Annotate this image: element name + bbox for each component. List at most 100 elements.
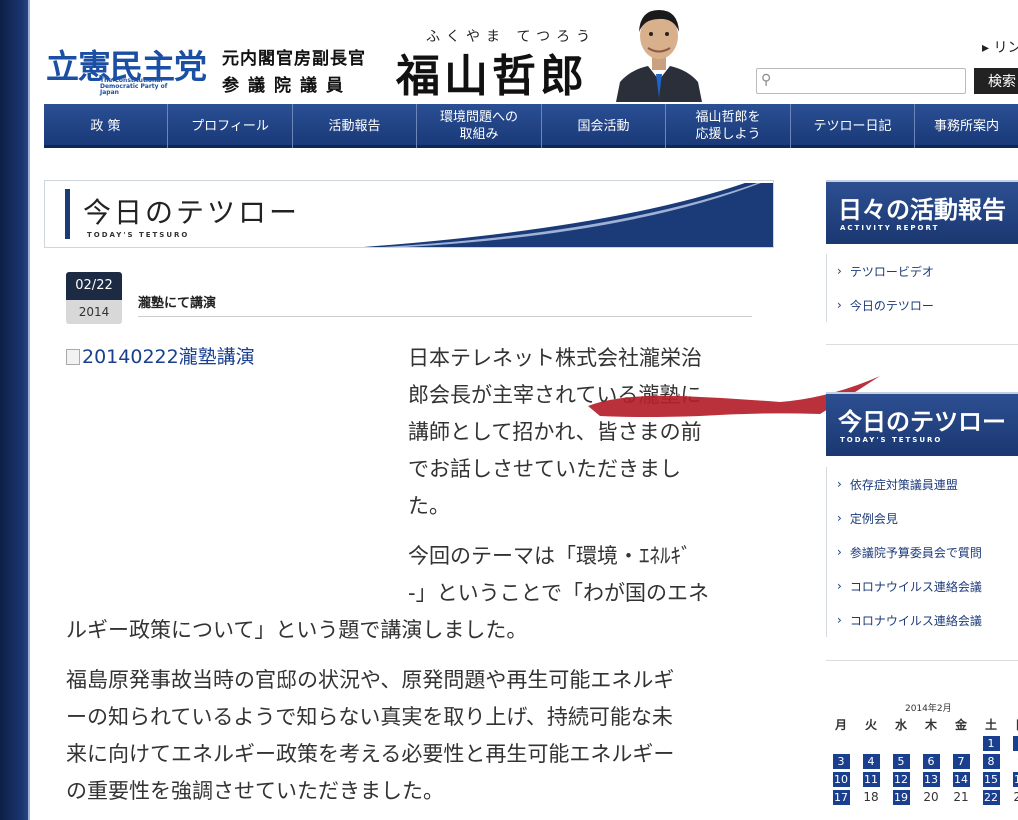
calendar-day: 18 [863, 790, 879, 804]
paragraph-line: 福島原発事故当時の官邸の状況や、原発問題や再生可能エネルギ [66, 668, 675, 692]
calendar-empty-day [856, 734, 886, 752]
paragraph-3: 福島原発事故当時の官邸の状況や、原発問題や再生可能エネルギ ーの知られているよう… [66, 662, 674, 810]
sidebar-activity-subtitle: ACTIVITY REPORT [840, 224, 940, 232]
calendar-day-link[interactable]: 15 [976, 770, 1006, 788]
calendar-day: 20 [923, 790, 939, 804]
title-line-1: 元内閣官房副長官 [222, 49, 366, 69]
sidebar-item-label: 依存症対策議員連盟 [849, 477, 958, 492]
paragraph-2-part-2: ルギー政策について」という題で講演しました。 [66, 612, 527, 649]
post-year: 2014 [66, 300, 122, 324]
calendar-day-link[interactable]: 1 [976, 734, 1006, 752]
calendar-empty-day [826, 734, 856, 752]
calendar-day-link[interactable]: 2 [1006, 734, 1018, 752]
calendar-weekday: 月 [834, 718, 847, 732]
official-title: 元内閣官房副長官 参議院議員 [222, 44, 366, 96]
sidebar-today-list: › 依存症対策議員連盟 › 定例会見 › 参議院予算委員会で質問 › コロナウイルス連絡… [826, 467, 1018, 637]
date-badge: 02/22 2014 [66, 272, 122, 324]
chevron-right-icon: › [837, 477, 842, 491]
calendar-week: 17 18 19 20 21 22 23 [826, 788, 1018, 806]
portrait-photo [608, 2, 710, 102]
search-input[interactable]: ⚲ [756, 68, 966, 94]
calendar-week: 12 [826, 734, 1018, 752]
calendar-day-link[interactable]: 4 [856, 752, 886, 770]
sidebar-item-label: テツロービデオ [849, 264, 934, 279]
sidebar-today-subtitle: TODAY'S TETSURO [840, 436, 943, 444]
paragraph-line: 来に向けてエネルギー政策を考える必要性と再生可能エネルギー [66, 742, 675, 766]
calendar-day-link[interactable]: 7 [946, 752, 976, 770]
nav-item-office[interactable]: 事務所案内 [915, 104, 1018, 148]
calendar-day-link[interactable]: 8 [976, 752, 1006, 770]
paragraph-1: 日本テレネット株式会社瀧栄治 郎会長が主宰されている瀧塾に 講師として招かれ、皆… [408, 340, 702, 525]
calendar-weekday-row: 月 火 水 木 金 土日 [826, 716, 1018, 734]
section-title: 今日のテツロー [83, 196, 301, 229]
calendar-day-link[interactable]: 13 [916, 770, 946, 788]
party-logo-subtitle: The Constitutional Democratic Party of J… [100, 77, 168, 96]
chevron-right-icon: › [837, 579, 842, 593]
nav-item-profile[interactable]: プロフィール [168, 104, 293, 148]
calendar-day-link[interactable]: 22 [976, 788, 1006, 806]
sidebar-activity-header: 日々の活動報告 ACTIVITY REPORT [826, 180, 1018, 244]
paragraph-line: ーの知られているようで知らない真実を取り上げ、持続可能な未 [66, 705, 673, 729]
nav-item-diary[interactable]: テツロー日記 [791, 104, 915, 148]
chevron-right-icon: › [837, 298, 842, 312]
section-subtitle: TODAY'S TETSURO [87, 231, 190, 239]
sidebar-item-post[interactable]: › コロナウイルス連絡会議 [827, 569, 1018, 603]
nav-item-activity[interactable]: 活動報告 [293, 104, 417, 148]
calendar-day-link[interactable]: 10 [826, 770, 856, 788]
broken-image-icon [66, 349, 80, 365]
section-accent-bar [65, 189, 70, 239]
calendar-day-link[interactable]: 12 [886, 770, 916, 788]
sidebar-item-post[interactable]: › 定例会見 [827, 501, 1018, 535]
calendar-day-link[interactable]: 14 [946, 770, 976, 788]
paragraph-line: -」ということで「わが国のエネ [408, 581, 709, 605]
nav-item-environment[interactable]: 環境問題への 取組み [417, 104, 542, 148]
post-date: 02/22 [66, 272, 122, 300]
sidebar-item-label: 参議院予算委員会で質問 [849, 545, 982, 560]
calendar-week: 3456789 [826, 752, 1018, 770]
sidebar-item-today[interactable]: › 今日のテツロー [827, 288, 1018, 322]
sidebar-item-post[interactable]: › コロナウイルス連絡会議 [827, 603, 1018, 637]
nav-item-support[interactable]: 福山哲郎を 応援しよう [666, 104, 791, 148]
paragraph-line: の重要性を強調させていただきました。 [66, 779, 444, 803]
nav-item-diet[interactable]: 国会活動 [542, 104, 666, 148]
calendar-day: 9 [1006, 752, 1018, 770]
calendar-day: 23 [1013, 790, 1018, 804]
calendar-empty-day [916, 734, 946, 752]
calendar-weekday: 水 [894, 718, 907, 732]
calendar-weekday: 土 [984, 718, 997, 732]
calendar-empty-day [946, 734, 976, 752]
calendar-day-link[interactable]: 16 [1006, 770, 1018, 788]
sidebar-item-post[interactable]: › 依存症対策議員連盟 [827, 467, 1018, 501]
post-title-divider [138, 316, 752, 317]
calendar-weekday: 金 [954, 718, 967, 732]
chevron-right-icon: › [837, 613, 842, 627]
calendar-day-link[interactable]: 17 [826, 788, 856, 806]
post-image[interactable]: 20140222瀧塾講演 [66, 342, 255, 369]
calendar-day: 21 [953, 790, 969, 804]
header-link[interactable]: ▸ リン [982, 37, 1018, 57]
calendar-day-link[interactable]: 6 [916, 752, 946, 770]
post-title[interactable]: 瀧塾にて講演 [138, 292, 216, 311]
nav-item-policy[interactable]: 政 策 [44, 104, 168, 148]
left-page-edge [0, 0, 30, 820]
sidebar-item-label: コロナウイルス連絡会議 [849, 579, 982, 594]
sidebar-today-header: 今日のテツロー TODAY'S TETSURO [826, 392, 1018, 456]
calendar-weekday: 火 [864, 718, 877, 732]
sidebar-item-label: 定例会見 [849, 511, 898, 526]
sidebar-item-post[interactable]: › 参議院予算委員会で質問 [827, 535, 1018, 569]
calendar-day-link[interactable]: 5 [886, 752, 916, 770]
calendar-day-link[interactable]: 3 [826, 752, 856, 770]
politician-name: 福山哲郎 [396, 51, 588, 102]
calendar-day-link[interactable]: 11 [856, 770, 886, 788]
chevron-right-icon: › [837, 264, 842, 278]
sidebar-activity-title: 日々の活動報告 [838, 195, 1006, 224]
paragraph-line: でお話しさせていただきまし [408, 457, 681, 481]
sidebar-item-video[interactable]: › テツロービデオ [827, 254, 1018, 288]
calendar-day-link[interactable]: 19 [886, 788, 916, 806]
search-icon: ⚲ [761, 72, 772, 88]
paragraph-line: ルギー政策について」という題で講演しました。 [66, 618, 528, 642]
chevron-right-icon: › [837, 545, 842, 559]
post-image-alt: 20140222瀧塾講演 [82, 346, 255, 368]
paragraph-line: 今回のテーマは「環境・ｴﾈﾙｷﾞ [408, 544, 692, 568]
search-button[interactable]: 検索 [974, 68, 1018, 94]
